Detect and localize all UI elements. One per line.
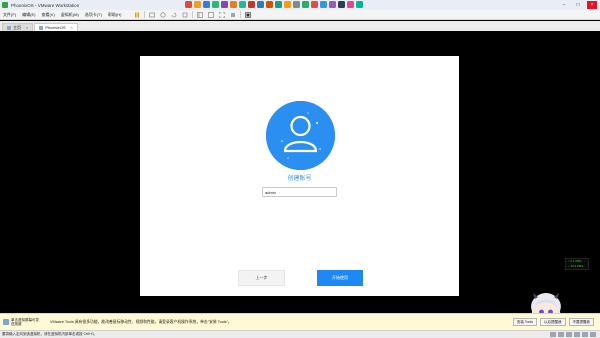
never-remind-button[interactable]: 不要提醒我 — [568, 318, 594, 326]
app-icon-17[interactable] — [329, 1, 336, 8]
vmware-tools-notification: 单击虚拟屏幕可发送按键 VMware Tools 具有很多功能，能改善鼠标移动性… — [0, 313, 600, 330]
revert-snapshot-icon[interactable] — [170, 11, 178, 18]
fullscreen-icon[interactable] — [218, 11, 226, 18]
menu-vm[interactable]: 虚拟机(M) — [61, 12, 79, 18]
tab-phoenixos[interactable]: PhoenixOS × — [34, 23, 78, 31]
library-icon[interactable] — [196, 11, 204, 18]
close-button[interactable]: × — [587, 1, 597, 9]
toolbar-separator — [144, 11, 146, 18]
app-icon-2[interactable] — [194, 1, 201, 8]
maximize-button[interactable]: □ — [573, 1, 583, 9]
usb-icon[interactable] — [574, 332, 580, 337]
menu-help[interactable]: 帮助(H) — [108, 12, 122, 18]
thumbnail-icon[interactable] — [207, 11, 215, 18]
app-icon-14[interactable] — [302, 1, 309, 8]
app-icon-4[interactable] — [212, 1, 219, 8]
menu-tabs[interactable]: 选项卡(T) — [85, 12, 102, 18]
window-controls: − □ × — [559, 0, 600, 10]
hard-disk-icon[interactable] — [550, 332, 556, 337]
network-speed-widget: ↑ 0.1 KB/s ↓ 34.2 KB/s — [565, 258, 589, 270]
status-text: 要将输入定向到该虚拟机，请在虚拟机内部单击或按 Ctrl+G。 — [2, 332, 98, 336]
menu-file[interactable]: 文件(F) — [3, 12, 16, 18]
vm-icon — [39, 25, 44, 30]
download-speed: ↓ 34.2 KB/s — [568, 264, 584, 268]
close-tab-icon[interactable]: × — [71, 25, 73, 30]
toolbar — [133, 11, 252, 18]
tab-label: 主页 — [13, 24, 21, 30]
app-icon-20[interactable] — [356, 1, 363, 8]
account-setup-card: 创建账号 上一步 开始使用 — [140, 56, 459, 296]
display-icon[interactable] — [590, 332, 596, 337]
vmware-app-icon — [2, 2, 8, 8]
app-icon-15[interactable] — [311, 1, 318, 8]
tab-home[interactable]: 主页 × — [2, 23, 34, 31]
pause-icon[interactable] — [133, 11, 141, 18]
notification-buttons: 安装 Tools 以后提醒我 不要提醒我 — [512, 318, 594, 326]
toolbar-separator — [192, 11, 194, 18]
app-icon-18[interactable] — [338, 1, 345, 8]
click-hint-label: 单击虚拟屏幕可发送按键 — [11, 318, 39, 326]
app-icon-9[interactable] — [257, 1, 264, 8]
home-icon — [7, 25, 11, 30]
app-icon-13[interactable] — [293, 1, 300, 8]
cd-drive-icon[interactable] — [558, 332, 564, 337]
window-title: PhoenixOS - VMware Workstation — [11, 2, 80, 8]
pinned-app-icons — [185, 1, 363, 8]
device-status-icons — [550, 332, 596, 337]
app-icon-5[interactable] — [221, 1, 228, 8]
username-input[interactable] — [262, 187, 337, 197]
send-ctrl-alt-del-icon[interactable] — [148, 11, 156, 18]
tab-label: PhoenixOS — [45, 25, 66, 30]
previous-button[interactable]: 上一步 — [238, 270, 285, 286]
start-using-button[interactable]: 开始使用 — [317, 270, 363, 286]
app-icon-6[interactable] — [230, 1, 237, 8]
console-view-icon[interactable] — [244, 11, 252, 18]
menu-edit[interactable]: 编辑(E) — [22, 12, 35, 18]
title-bar: PhoenixOS - VMware Workstation − □ × — [0, 0, 600, 10]
user-avatar-icon — [266, 101, 335, 170]
app-icon-19[interactable] — [347, 1, 354, 8]
minimize-button[interactable]: − — [559, 1, 569, 9]
menu-bar: 文件(F) 编辑(E) 查看(V) 虚拟机(M) 选项卡(T) 帮助(H) — [0, 10, 600, 20]
app-icon-10[interactable] — [266, 1, 273, 8]
network-adapter-icon[interactable] — [566, 332, 572, 337]
remind-later-button[interactable]: 以后提醒我 — [540, 318, 566, 326]
app-icon-7[interactable] — [239, 1, 246, 8]
info-icon — [3, 319, 9, 325]
toolbar-separator — [240, 11, 242, 18]
close-tab-icon[interactable]: × — [26, 25, 28, 30]
unity-icon[interactable] — [229, 11, 237, 18]
app-icon-3[interactable] — [203, 1, 210, 8]
app-icon-11[interactable] — [275, 1, 282, 8]
app-icon-16[interactable] — [320, 1, 327, 8]
tab-bar: 主页 × PhoenixOS × — [0, 21, 600, 31]
status-bar: 要将输入定向到该虚拟机，请在虚拟机内部单击或按 Ctrl+G。 — [0, 330, 600, 338]
snapshot-manager-icon[interactable] — [181, 11, 189, 18]
app-icon-8[interactable] — [248, 1, 255, 8]
sound-icon[interactable] — [582, 332, 588, 337]
app-icon-1[interactable] — [185, 1, 192, 8]
vm-display[interactable]: 创建账号 上一步 开始使用 ↑ 0.1 KB/s ↓ 34.2 KB/s — [0, 31, 600, 338]
app-icon-12[interactable] — [284, 1, 291, 8]
create-account-title: 创建账号 — [287, 176, 312, 182]
snapshot-icon[interactable] — [159, 11, 167, 18]
notification-message: VMware Tools 具有很多功能，能改善鼠标移动性、视频和性能。请登录客户… — [50, 319, 232, 324]
menu-view[interactable]: 查看(V) — [41, 12, 54, 18]
install-tools-button[interactable]: 安装 Tools — [512, 318, 537, 326]
